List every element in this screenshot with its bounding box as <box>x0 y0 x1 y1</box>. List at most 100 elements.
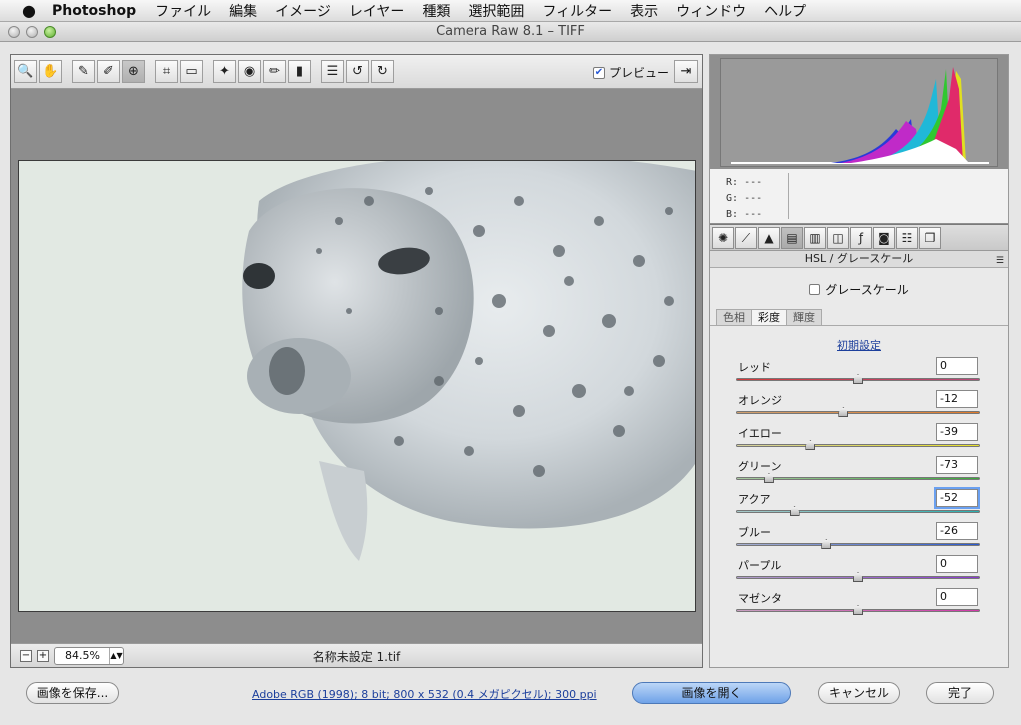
slider-green-label: グリーン <box>738 460 782 473</box>
slider-magenta-value-input[interactable]: 0 <box>936 588 978 606</box>
fullscreen-toggle-icon[interactable]: ⇥ <box>674 60 698 83</box>
slider-blue-value-input[interactable]: -26 <box>936 522 978 540</box>
slider-green-thumb[interactable] <box>763 473 774 483</box>
tab-hue[interactable]: 色相 <box>716 309 752 325</box>
detail-panel-icon[interactable]: ▲ <box>758 227 780 249</box>
done-button[interactable]: 完了 <box>926 682 994 704</box>
slider-aqua-value-input[interactable]: -52 <box>934 487 980 509</box>
rotate-cw-icon[interactable]: ↻ <box>371 60 394 83</box>
menu-bar: ● Photoshop ファイル 編集 イメージ レイヤー 種類 選択範囲 フィ… <box>0 0 1021 22</box>
preferences-list-icon[interactable]: ☰ <box>321 60 344 83</box>
menu-help[interactable]: ヘルプ <box>755 1 815 21</box>
slider-blue-thumb[interactable] <box>821 539 832 549</box>
slider-purple-thumb[interactable] <box>853 572 863 582</box>
straighten-tool-icon[interactable]: ▭ <box>180 60 203 83</box>
slider-yellow-thumb[interactable] <box>805 440 816 450</box>
close-window-button[interactable] <box>8 26 20 38</box>
crop-tool-icon[interactable]: ⌗ <box>155 60 178 83</box>
hsl-panel-icon[interactable]: ▤ <box>781 227 803 249</box>
panel-tab-bar: ✺ ⟋ ▲ ▤ ▥ ◫ ƒ ◙ ☷ ❐ <box>710 225 1008 251</box>
cancel-button[interactable]: キャンセル <box>818 682 900 704</box>
slider-aqua-thumb[interactable] <box>789 506 800 516</box>
slider-purple: パープル 0 <box>736 555 980 588</box>
slider-orange-value-input[interactable]: -12 <box>936 390 978 408</box>
seal-photo <box>19 161 695 611</box>
defaults-link[interactable]: 初期設定 <box>710 337 1008 353</box>
slider-purple-label: パープル <box>738 559 782 572</box>
grayscale-checkbox[interactable] <box>809 284 821 295</box>
window-title: Camera Raw 8.1 – TIFF <box>436 24 585 39</box>
minimize-window-button[interactable] <box>26 26 38 38</box>
menu-type[interactable]: 種類 <box>413 1 459 21</box>
menu-layer[interactable]: レイヤー <box>340 1 414 21</box>
slider-red-label: レッド <box>738 361 771 374</box>
preview-toggle[interactable]: ✔ プレビュー <box>593 64 669 81</box>
slider-magenta-label: マゼンタ <box>738 592 782 605</box>
slider-purple-value-input[interactable]: 0 <box>936 555 978 573</box>
tab-saturation[interactable]: 彩度 <box>751 309 787 326</box>
slider-aqua-track[interactable] <box>736 510 980 513</box>
targeted-adjustment-tool-icon[interactable]: ⊕ <box>122 60 145 83</box>
slider-red: レッド 0 <box>736 357 980 390</box>
graduated-filter-tool-icon[interactable]: ▮ <box>288 60 311 83</box>
image-preview[interactable] <box>18 160 696 612</box>
slider-aqua-label: アクア <box>738 493 771 506</box>
preview-checkbox[interactable]: ✔ <box>593 66 605 79</box>
panel-title: HSL / グレースケール ☰ <box>710 251 1008 268</box>
basic-panel-icon[interactable]: ✺ <box>712 227 734 249</box>
histogram-area: R: --- G: --- B: --- <box>710 55 1008 225</box>
red-eye-tool-icon[interactable]: ◉ <box>238 60 261 83</box>
menu-view[interactable]: 表示 <box>621 1 667 21</box>
green-value: --- <box>744 193 763 204</box>
slider-red-thumb[interactable] <box>853 374 863 384</box>
hsl-subtabs: 色相 彩度 輝度 <box>716 309 822 326</box>
color-sampler-tool-icon[interactable]: ✐ <box>97 60 120 83</box>
workflow-options-link[interactable]: Adobe RGB (1998); 8 bit; 800 x 532 (0.4 … <box>252 686 597 702</box>
slider-red-value-input[interactable]: 0 <box>936 357 978 375</box>
menu-file[interactable]: ファイル <box>146 1 220 21</box>
tab-luminance[interactable]: 輝度 <box>786 309 822 325</box>
slider-orange-track[interactable] <box>736 411 980 414</box>
zoom-window-button[interactable] <box>44 26 56 38</box>
menu-app-name[interactable]: Photoshop <box>52 3 136 19</box>
white-balance-tool-icon[interactable]: ✎ <box>72 60 95 83</box>
slider-green-value-input[interactable]: -73 <box>936 456 978 474</box>
menu-edit[interactable]: 編集 <box>220 1 266 21</box>
slider-magenta-thumb[interactable] <box>853 605 863 615</box>
menu-select[interactable]: 選択範囲 <box>459 1 533 21</box>
rgb-readout: R: --- G: --- B: --- <box>710 169 1008 223</box>
save-image-button[interactable]: 画像を保存... <box>26 682 119 704</box>
zoom-tool-icon[interactable]: 🔍 <box>14 60 37 83</box>
rotate-ccw-icon[interactable]: ↺ <box>346 60 369 83</box>
presets-panel-icon[interactable]: ☷ <box>896 227 918 249</box>
slider-yellow: イエロー -39 <box>736 423 980 456</box>
slider-aqua: アクア -52 <box>736 487 980 522</box>
effects-panel-icon[interactable]: ƒ <box>850 227 872 249</box>
open-image-button[interactable]: 画像を開く <box>632 682 791 704</box>
menu-image[interactable]: イメージ <box>266 1 340 21</box>
slider-blue-track[interactable] <box>736 543 980 546</box>
camera-calibration-panel-icon[interactable]: ◙ <box>873 227 895 249</box>
apple-icon[interactable]: ● <box>14 1 44 20</box>
menu-window[interactable]: ウィンドウ <box>667 1 755 21</box>
hand-tool-icon[interactable]: ✋ <box>39 60 62 83</box>
split-toning-panel-icon[interactable]: ▥ <box>804 227 826 249</box>
snapshots-panel-icon[interactable]: ❐ <box>919 227 941 249</box>
slider-yellow-track[interactable] <box>736 444 980 447</box>
lens-corrections-panel-icon[interactable]: ◫ <box>827 227 849 249</box>
grayscale-toggle[interactable]: グレースケール <box>710 281 1008 298</box>
file-name: 名称未設定 1.tif <box>312 650 401 664</box>
tone-curve-panel-icon[interactable]: ⟋ <box>735 227 757 249</box>
adjustment-brush-tool-icon[interactable]: ✏ <box>263 60 286 83</box>
slider-orange-thumb[interactable] <box>838 407 849 417</box>
slider-magenta: マゼンタ 0 <box>736 588 980 621</box>
title-bar: Camera Raw 8.1 – TIFF <box>0 22 1021 42</box>
slider-yellow-value-input[interactable]: -39 <box>936 423 978 441</box>
red-value: --- <box>744 177 763 188</box>
spot-removal-tool-icon[interactable]: ✦ <box>213 60 236 83</box>
tool-bar: 🔍 ✋ ✎ ✐ ⊕ ⌗ ▭ ✦ ◉ ✏ ▮ ☰ ↺ ↻ ✔ プレビュー ⇥ <box>11 55 702 89</box>
menu-filter[interactable]: フィルター <box>533 1 621 21</box>
status-bar: − + 84.5% ▲▼ 名称未設定 1.tif <box>11 643 702 667</box>
preview-label: プレビュー <box>609 66 670 80</box>
panel-menu-icon[interactable]: ☰ <box>996 253 1004 269</box>
